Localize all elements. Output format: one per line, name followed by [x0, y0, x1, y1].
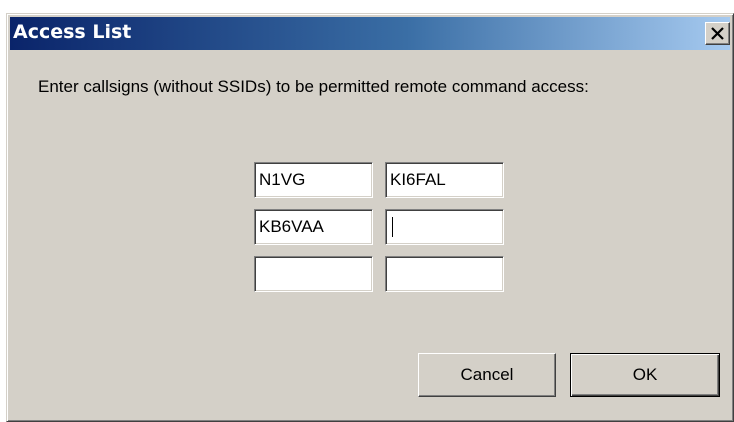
text-caret	[392, 217, 393, 237]
callsign-field-3[interactable]	[254, 209, 373, 245]
callsign-field-6[interactable]	[385, 256, 504, 292]
instruction-label: Enter callsigns (without SSIDs) to be pe…	[38, 77, 589, 96]
callsign-field-2[interactable]	[385, 162, 504, 198]
callsign-field-4[interactable]	[385, 209, 504, 245]
callsign-field-1[interactable]	[254, 162, 373, 198]
title-bar[interactable]: Access List	[10, 17, 730, 50]
callsign-field-5[interactable]	[254, 256, 373, 292]
cancel-button[interactable]: Cancel	[418, 353, 556, 397]
window-title: Access List	[13, 21, 132, 43]
access-list-dialog: Access List Enter callsigns (without SSI…	[6, 13, 734, 422]
close-button[interactable]	[705, 22, 730, 45]
ok-button[interactable]: OK	[570, 353, 720, 397]
